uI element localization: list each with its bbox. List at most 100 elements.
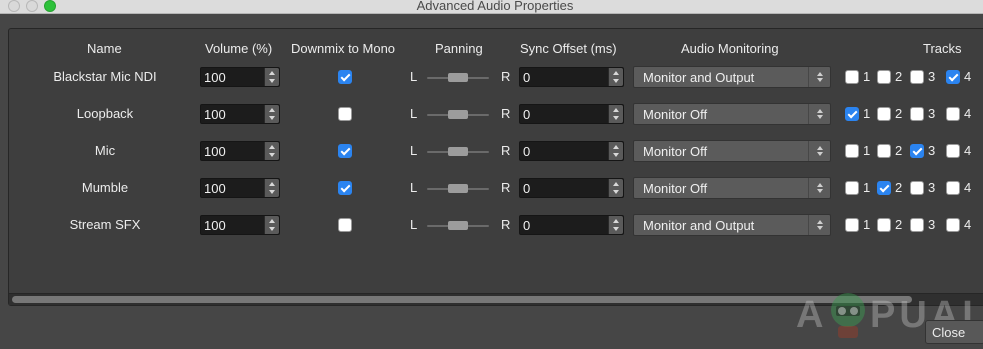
audio-source-row: Stream SFX 100 L R 0 Monitor and Output 1 2 3 4	[0, 214, 983, 236]
stepper-arrows-icon[interactable]	[608, 142, 623, 160]
source-name: Mumble	[81, 180, 129, 195]
sync-offset-spinbox[interactable]: 0	[519, 141, 624, 161]
track-checkbox[interactable]	[877, 181, 891, 195]
column-header-panning: Panning	[435, 41, 483, 56]
pan-right-label: R	[501, 217, 511, 232]
source-name: Blackstar Mic NDI	[53, 69, 157, 84]
scrollbar-thumb[interactable]	[12, 296, 912, 303]
track-checkbox[interactable]	[845, 144, 859, 158]
audio-source-row: Mumble 100 L R 0 Monitor Off 1 2 3 4	[0, 177, 983, 199]
track-checkbox[interactable]	[910, 70, 924, 84]
downmix-mono-checkbox[interactable]	[338, 144, 352, 158]
audio-monitoring-value: Monitor Off	[643, 107, 708, 122]
audio-monitoring-select[interactable]: Monitor Off	[633, 103, 831, 125]
close-button[interactable]: Close	[925, 320, 983, 344]
select-arrows-icon[interactable]	[808, 178, 830, 198]
track-checkbox[interactable]	[877, 107, 891, 121]
sync-offset-value: 0	[523, 218, 531, 233]
stepper-arrows-icon[interactable]	[264, 68, 279, 86]
panning-slider-handle[interactable]	[448, 221, 468, 230]
track-checkbox[interactable]	[910, 181, 924, 195]
select-arrows-icon[interactable]	[808, 104, 830, 124]
source-name: Stream SFX	[69, 217, 141, 232]
track-number-label: 4	[964, 106, 972, 121]
track-number-label: 1	[863, 217, 871, 232]
stepper-arrows-icon[interactable]	[264, 179, 279, 197]
volume-spinbox[interactable]: 100	[200, 141, 280, 161]
select-arrows-icon[interactable]	[808, 67, 830, 87]
stepper-arrows-icon[interactable]	[608, 68, 623, 86]
downmix-mono-checkbox[interactable]	[338, 218, 352, 232]
track-number-label: 3	[928, 106, 936, 121]
track-checkbox[interactable]	[877, 70, 891, 84]
column-header-tracks: Tracks	[923, 41, 962, 56]
track-number-label: 2	[895, 69, 903, 84]
track-number-label: 3	[928, 69, 936, 84]
source-name: Mic	[94, 143, 116, 158]
panning-slider-handle[interactable]	[448, 110, 468, 119]
audio-source-row: Blackstar Mic NDI 100 L R 0 Monitor and Outpu…	[0, 66, 983, 88]
downmix-mono-checkbox[interactable]	[338, 181, 352, 195]
track-checkbox[interactable]	[877, 144, 891, 158]
track-checkbox[interactable]	[946, 70, 960, 84]
stepper-arrows-icon[interactable]	[264, 216, 279, 234]
sync-offset-spinbox[interactable]: 0	[519, 215, 624, 235]
track-checkbox[interactable]	[946, 181, 960, 195]
track-checkbox[interactable]	[910, 107, 924, 121]
sync-offset-value: 0	[523, 144, 531, 159]
select-arrows-icon[interactable]	[808, 141, 830, 161]
volume-value: 100	[204, 107, 226, 122]
stepper-arrows-icon[interactable]	[264, 105, 279, 123]
volume-spinbox[interactable]: 100	[200, 67, 280, 87]
track-number-label: 2	[895, 180, 903, 195]
track-number-label: 2	[895, 217, 903, 232]
stepper-arrows-icon[interactable]	[608, 179, 623, 197]
downmix-mono-checkbox[interactable]	[338, 70, 352, 84]
column-header-sync-offset: Sync Offset (ms)	[520, 41, 617, 56]
pan-right-label: R	[501, 69, 511, 84]
window-title: Advanced Audio Properties	[416, 0, 574, 13]
audio-monitoring-select[interactable]: Monitor and Output	[633, 66, 831, 88]
audio-monitoring-select[interactable]: Monitor and Output	[633, 214, 831, 236]
title-bar: Advanced Audio Properties	[0, 0, 983, 14]
track-checkbox[interactable]	[845, 70, 859, 84]
stepper-arrows-icon[interactable]	[608, 216, 623, 234]
sync-offset-value: 0	[523, 107, 531, 122]
panning-slider-handle[interactable]	[448, 147, 468, 156]
track-number-label: 3	[928, 180, 936, 195]
volume-value: 100	[204, 218, 226, 233]
audio-monitoring-select[interactable]: Monitor Off	[633, 177, 831, 199]
track-checkbox[interactable]	[877, 218, 891, 232]
downmix-mono-checkbox[interactable]	[338, 107, 352, 121]
track-checkbox[interactable]	[946, 107, 960, 121]
stepper-arrows-icon[interactable]	[264, 142, 279, 160]
select-arrows-icon[interactable]	[808, 215, 830, 235]
audio-monitoring-value: Monitor and Output	[643, 70, 755, 85]
track-checkbox[interactable]	[910, 218, 924, 232]
volume-spinbox[interactable]: 100	[200, 178, 280, 198]
track-number-label: 3	[928, 217, 936, 232]
volume-spinbox[interactable]: 100	[200, 104, 280, 124]
source-name: Loopback	[76, 106, 134, 121]
track-checkbox[interactable]	[845, 107, 859, 121]
track-number-label: 2	[895, 106, 903, 121]
track-number-label: 4	[964, 143, 972, 158]
pan-right-label: R	[501, 180, 511, 195]
volume-spinbox[interactable]: 100	[200, 215, 280, 235]
volume-value: 100	[204, 181, 226, 196]
sync-offset-spinbox[interactable]: 0	[519, 178, 624, 198]
track-checkbox[interactable]	[845, 218, 859, 232]
panning-slider-handle[interactable]	[448, 184, 468, 193]
track-checkbox[interactable]	[946, 144, 960, 158]
track-checkbox[interactable]	[946, 218, 960, 232]
panning-slider-handle[interactable]	[448, 73, 468, 82]
track-checkbox[interactable]	[845, 181, 859, 195]
audio-monitoring-select[interactable]: Monitor Off	[633, 140, 831, 162]
track-checkbox[interactable]	[910, 144, 924, 158]
volume-value: 100	[204, 70, 226, 85]
sync-offset-spinbox[interactable]: 0	[519, 67, 624, 87]
track-number-label: 4	[964, 69, 972, 84]
sync-offset-spinbox[interactable]: 0	[519, 104, 624, 124]
stepper-arrows-icon[interactable]	[608, 105, 623, 123]
pan-left-label: L	[410, 106, 418, 121]
